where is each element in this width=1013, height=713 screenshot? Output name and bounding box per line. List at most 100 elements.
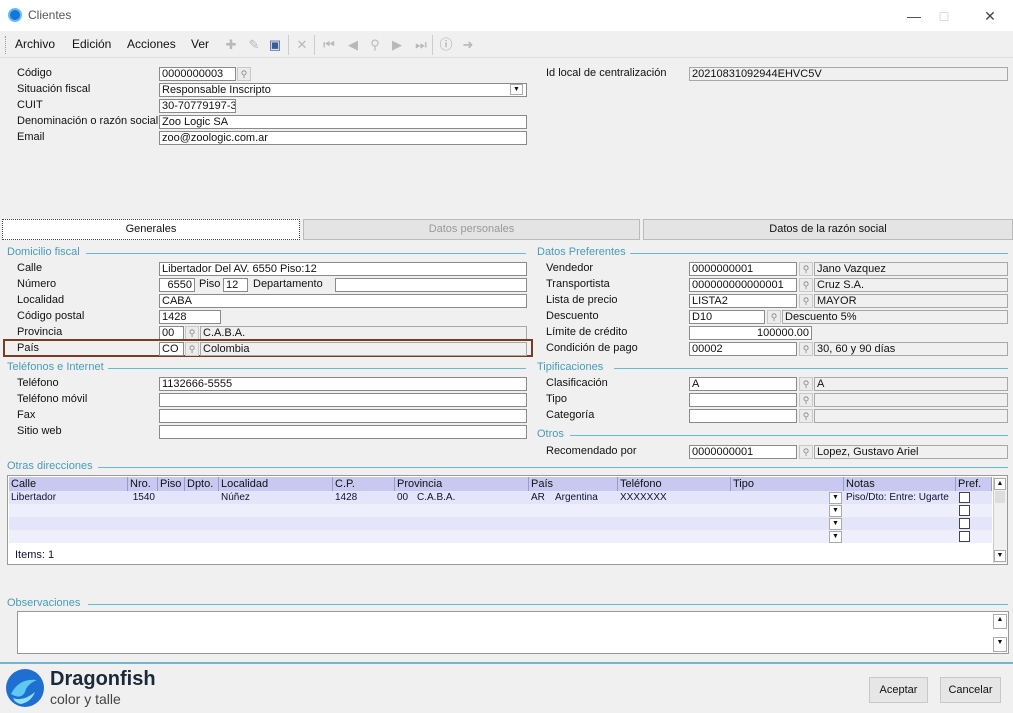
categoria-code-input[interactable]: [689, 409, 797, 423]
localidad-input[interactable]: CABA: [159, 294, 527, 308]
cell-cp[interactable]: 1428: [333, 491, 395, 504]
last-record-icon[interactable]: ⏭: [412, 36, 430, 54]
scroll-up-icon[interactable]: ▲: [994, 478, 1006, 490]
transportista-code-input[interactable]: 000000000000001: [689, 278, 797, 292]
lista-precio-code-input[interactable]: LISTA2: [689, 294, 797, 308]
pref-checkbox[interactable]: [959, 531, 970, 542]
tipo-code-input[interactable]: [689, 393, 797, 407]
cell-pais-code[interactable]: AR: [529, 491, 553, 504]
chevron-down-icon[interactable]: ▼: [829, 505, 842, 517]
column-header-localidad[interactable]: Localidad: [219, 477, 333, 491]
vendedor-code-input[interactable]: 0000000001: [689, 262, 797, 276]
scroll-up-icon[interactable]: ▲: [993, 614, 1007, 629]
tab-datos-personales[interactable]: Datos personales: [303, 219, 640, 240]
pref-checkbox[interactable]: [959, 492, 970, 503]
forward-arrow-icon[interactable]: ➜: [459, 36, 477, 54]
transportista-lookup-icon[interactable]: ⚲: [799, 278, 813, 292]
add-icon[interactable]: ✚: [222, 36, 240, 54]
menu-edicion[interactable]: Edición: [72, 37, 111, 51]
minimize-button[interactable]: —: [900, 6, 928, 26]
close-button[interactable]: ✕: [976, 6, 1004, 26]
cell-calle[interactable]: Libertador: [9, 491, 128, 504]
condicion-pago-code-input[interactable]: 00002: [689, 342, 797, 356]
tab-datos-razon-social[interactable]: Datos de la razón social: [643, 219, 1013, 240]
column-header-notas[interactable]: Notas: [844, 477, 956, 491]
aceptar-button[interactable]: Aceptar: [869, 677, 928, 703]
fax-input[interactable]: [159, 409, 527, 423]
previous-record-icon[interactable]: ◀: [344, 36, 362, 54]
lista-precio-lookup-icon[interactable]: ⚲: [799, 294, 813, 308]
movil-input[interactable]: [159, 393, 527, 407]
table-row[interactable]: [9, 517, 992, 530]
pais-lookup-icon[interactable]: ⚲: [185, 342, 199, 356]
scroll-down-icon[interactable]: ▼: [993, 637, 1007, 652]
menu-acciones[interactable]: Acciones: [127, 37, 176, 51]
pref-checkbox[interactable]: [959, 518, 970, 529]
save-icon[interactable]: ▣: [266, 36, 284, 54]
chevron-down-icon[interactable]: ▼: [829, 518, 842, 530]
column-header-dpto[interactable]: Dpto.: [185, 477, 219, 491]
cell-telefono[interactable]: XXXXXXX: [618, 491, 731, 504]
categoria-lookup-icon[interactable]: ⚲: [799, 409, 813, 423]
cell-pais[interactable]: Argentina: [553, 491, 618, 504]
tipo-lookup-icon[interactable]: ⚲: [799, 393, 813, 407]
cell-notas[interactable]: Piso/Dto: Entre: Ugarte: [844, 491, 956, 504]
tab-generales[interactable]: Generales: [2, 219, 300, 240]
edit-icon[interactable]: ✎: [245, 36, 263, 54]
limite-credito-input[interactable]: 100000.00: [689, 326, 812, 340]
pref-checkbox[interactable]: [959, 505, 970, 516]
observaciones-textarea[interactable]: [17, 611, 1009, 654]
descuento-lookup-icon[interactable]: ⚲: [767, 310, 781, 324]
column-header-piso[interactable]: Piso: [158, 477, 185, 491]
cell-provincia[interactable]: C.A.B.A.: [415, 491, 529, 504]
menu-archivo[interactable]: Archivo: [15, 37, 55, 51]
column-header-nro[interactable]: Nro.: [128, 477, 158, 491]
condicion-pago-lookup-icon[interactable]: ⚲: [799, 342, 813, 356]
chevron-down-icon[interactable]: ▼: [510, 84, 523, 95]
calle-input[interactable]: Libertador Del AV. 6550 Piso:12: [159, 262, 527, 276]
clasificacion-lookup-icon[interactable]: ⚲: [799, 377, 813, 391]
web-input[interactable]: [159, 425, 527, 439]
column-header-pref[interactable]: Pref.: [956, 477, 992, 491]
scrollbar-thumb[interactable]: [995, 491, 1005, 503]
column-header-tipo[interactable]: Tipo: [731, 477, 844, 491]
info-icon[interactable]: ⓘ: [437, 36, 455, 54]
column-header-pais[interactable]: País: [529, 477, 618, 491]
column-header-telefono[interactable]: Teléfono: [618, 477, 731, 491]
first-record-icon[interactable]: ⏮: [320, 36, 338, 54]
descuento-code-input[interactable]: D10: [689, 310, 765, 324]
vendedor-lookup-icon[interactable]: ⚲: [799, 262, 813, 276]
column-header-cp[interactable]: C.P.: [333, 477, 395, 491]
codigo-lookup-icon[interactable]: ⚲: [237, 67, 251, 81]
recomendado-lookup-icon[interactable]: ⚲: [799, 445, 813, 459]
recomendado-code-input[interactable]: 0000000001: [689, 445, 797, 459]
departamento-input[interactable]: [335, 278, 527, 292]
chevron-down-icon[interactable]: ▼: [829, 492, 842, 504]
chevron-down-icon[interactable]: ▼: [829, 531, 842, 543]
situacion-select[interactable]: Responsable Inscripto: [159, 83, 527, 97]
column-header-provincia[interactable]: Provincia: [395, 477, 529, 491]
cell-provincia-code[interactable]: 00: [395, 491, 415, 504]
email-input[interactable]: zoo@zoologic.com.ar: [159, 131, 527, 145]
codigo-postal-input[interactable]: 1428: [159, 310, 221, 324]
codigo-input[interactable]: 0000000003: [159, 67, 236, 81]
numero-input[interactable]: 6550: [159, 278, 195, 292]
clasificacion-code-input[interactable]: A: [689, 377, 797, 391]
cuit-input[interactable]: 30-70779197-3: [159, 99, 236, 113]
next-record-icon[interactable]: ▶: [388, 36, 406, 54]
table-row[interactable]: [9, 530, 992, 543]
maximize-button[interactable]: □: [930, 6, 958, 26]
table-row[interactable]: [9, 504, 992, 517]
cancelar-button[interactable]: Cancelar: [940, 677, 1001, 703]
telefono-input[interactable]: 1132666-5555: [159, 377, 527, 391]
search-icon[interactable]: ⚲: [366, 36, 384, 54]
pais-code-input[interactable]: CO: [159, 342, 184, 356]
provincia-code-input[interactable]: 00: [159, 326, 184, 340]
column-header-calle[interactable]: Calle: [9, 477, 128, 491]
denominacion-input[interactable]: Zoo Logic SA: [159, 115, 527, 129]
piso-input[interactable]: 12: [223, 278, 248, 292]
delete-icon[interactable]: ✕: [293, 36, 311, 54]
cell-nro[interactable]: 1540: [128, 491, 158, 504]
provincia-lookup-icon[interactable]: ⚲: [185, 326, 199, 340]
menu-ver[interactable]: Ver: [191, 37, 209, 51]
